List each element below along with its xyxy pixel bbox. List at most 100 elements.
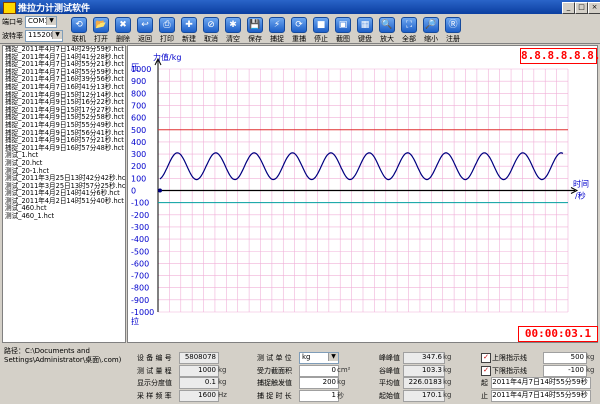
range-label: 测 试 量 程 <box>137 367 172 375</box>
toolbar-button-label: 打开 <box>94 35 108 43</box>
peak-label: 峰峰值 <box>379 354 400 362</box>
toolbar-button-label: 删除 <box>116 35 130 43</box>
duration-field[interactable]: 1 <box>299 390 339 402</box>
print-button[interactable]: ⎙ 打印 <box>156 17 178 43</box>
port-label: 端口号 <box>2 18 23 26</box>
fit-all-icon: ⛶ <box>401 17 417 33</box>
chart-panel: 1000 900 800 700 600 500 400 300 200 100 0 -100 -200… <box>127 45 600 343</box>
lower-limit-field[interactable]: -100 <box>543 365 587 377</box>
clear-button[interactable]: ✱ 清空 <box>222 17 244 43</box>
toolbar-button-label: 截图 <box>336 35 350 43</box>
area-field[interactable]: 0 <box>299 365 339 377</box>
toolbar-button-label: 取消 <box>204 35 218 43</box>
y-axis-top-label: 压 <box>131 63 139 72</box>
y-tick-label: -200 <box>131 211 149 220</box>
range-field: 1000 <box>179 365 219 377</box>
screenshot-icon: ▣ <box>335 17 351 33</box>
upper-limit-checkbox[interactable]: ✓ <box>481 353 491 363</box>
avg-unit: kg <box>443 378 452 386</box>
device-no-field: 5808078 <box>179 352 219 364</box>
start-unit: kg <box>443 391 452 399</box>
capture-icon: ⚡ <box>269 17 285 33</box>
screenshot-button[interactable]: ▣ 截图 <box>332 17 354 43</box>
range-unit: kg <box>218 366 227 374</box>
window-title: 推拉力计测试软件 <box>18 4 91 14</box>
capture-button[interactable]: ⚡ 捕捉 <box>266 17 288 43</box>
lower-limit-unit: kg <box>586 366 595 374</box>
connect-icon: ⟲ <box>71 17 87 33</box>
new-icon: ✚ <box>181 17 197 33</box>
chevron-down-icon: ▼ <box>52 31 62 39</box>
toolbar-button-label: 键盘 <box>358 35 372 43</box>
register-button[interactable]: Ⓡ 注册 <box>442 17 464 43</box>
trigger-field[interactable]: 200 <box>299 377 339 389</box>
save-button[interactable]: 💾 保存 <box>244 17 266 43</box>
fit-all-button[interactable]: ⛶ 全部 <box>398 17 420 43</box>
start-label: 起始值 <box>379 392 400 400</box>
y-tick-label: -900 <box>131 296 149 305</box>
y-tick-label: 700 <box>131 101 146 110</box>
minimize-button[interactable]: _ <box>562 2 575 14</box>
freq-label: 采 样 频 率 <box>137 392 172 400</box>
peak-field: 347.6 <box>403 352 445 364</box>
maximize-button[interactable]: □ <box>575 2 588 14</box>
y-tick-label: 600 <box>131 114 146 123</box>
freq-unit: Hz <box>218 391 227 399</box>
toolbar-button-label: 全部 <box>402 35 416 43</box>
port-select[interactable]: COM1 ▼ <box>25 16 57 28</box>
zoom-out-button[interactable]: 🔎 缩小 <box>420 17 442 43</box>
valley-label: 谷峰值 <box>379 367 400 375</box>
y-tick-label: -300 <box>131 223 149 232</box>
area-unit: cm² <box>337 366 351 374</box>
toolbar: 端口号 COM1 ▼ 波特率 115200 ▼ ⟲ 联机 📂 打开 ✖ 删除 ↩ 返回 ⎙ 打印 ✚… <box>0 14 600 44</box>
toolbar-button-label: 重捕 <box>292 35 306 43</box>
cancel-icon: ⊘ <box>203 17 219 33</box>
y-axis-bottom-label: 拉 <box>131 316 139 326</box>
y-tick-label: 500 <box>131 126 146 135</box>
file-list[interactable]: 捕捉_2011年4月7日14时29分59秒.hct 捕捉_2011年4月7日14时… <box>2 45 126 343</box>
baud-select[interactable]: 115200 ▼ <box>25 30 63 42</box>
open-button[interactable]: 📂 打开 <box>90 17 112 43</box>
trigger-unit: kg <box>337 378 346 386</box>
y-tick-label: 400 <box>131 138 146 147</box>
delete-button[interactable]: ✖ 删除 <box>112 17 134 43</box>
freq-field: 1600 <box>179 390 219 402</box>
area-label: 受力截面积 <box>257 367 292 375</box>
x-axis-label: 时间 <box>573 179 589 189</box>
upper-limit-unit: kg <box>586 353 595 361</box>
keyboard-icon: ▦ <box>357 17 373 33</box>
stop-icon: ■ <box>313 17 329 33</box>
device-no-label: 设 备 编 号 <box>137 354 172 362</box>
y-tick-label: -600 <box>131 259 149 268</box>
resolution-unit: kg <box>218 378 227 386</box>
start-field: 170.1 <box>403 390 445 402</box>
y-tick-label: 300 <box>131 150 146 159</box>
time-end-field: 2011年4月7日14时55分59秒 <box>491 390 591 402</box>
stop-button[interactable]: ■ 停止 <box>310 17 332 43</box>
y-tick-label: -100 <box>131 199 149 208</box>
recapture-button[interactable]: ⟳ 重捕 <box>288 17 310 43</box>
y-tick-label: 900 <box>131 77 146 86</box>
cancel-button[interactable]: ⊘ 取消 <box>200 17 222 43</box>
keyboard-button[interactable]: ▦ 键盘 <box>354 17 376 43</box>
toolbar-button-label: 注册 <box>446 35 460 43</box>
back-icon: ↩ <box>137 17 153 33</box>
resolution-field: 0.1 <box>179 377 219 389</box>
close-button[interactable]: × <box>588 2 600 14</box>
save-icon: 💾 <box>247 17 263 33</box>
y-tick-label: 800 <box>131 89 146 98</box>
time-end-label: 止 <box>481 392 488 400</box>
title-bar: 推拉力计测试软件 _ □ × <box>0 0 600 14</box>
upper-limit-field[interactable]: 500 <box>543 352 587 364</box>
back-button[interactable]: ↩ 返回 <box>134 17 156 43</box>
trigger-label: 捕捉触发值 <box>257 379 292 387</box>
unit-select[interactable]: kg ▼ <box>299 352 339 364</box>
unit-value: kg <box>302 353 311 361</box>
lower-limit-checkbox[interactable]: ✓ <box>481 366 491 376</box>
toolbar-button-label: 停止 <box>314 35 328 43</box>
connect-button[interactable]: ⟲ 联机 <box>68 17 90 43</box>
zoom-in-button[interactable]: 🔍 放大 <box>376 17 398 43</box>
status-panel: 设 备 编 号 5808078 测 试 量 程 1000 kg 显示分度值 0.… <box>127 345 598 402</box>
file-list-item[interactable]: 测试_460_1.hct <box>3 212 125 221</box>
new-button[interactable]: ✚ 新建 <box>178 17 200 43</box>
